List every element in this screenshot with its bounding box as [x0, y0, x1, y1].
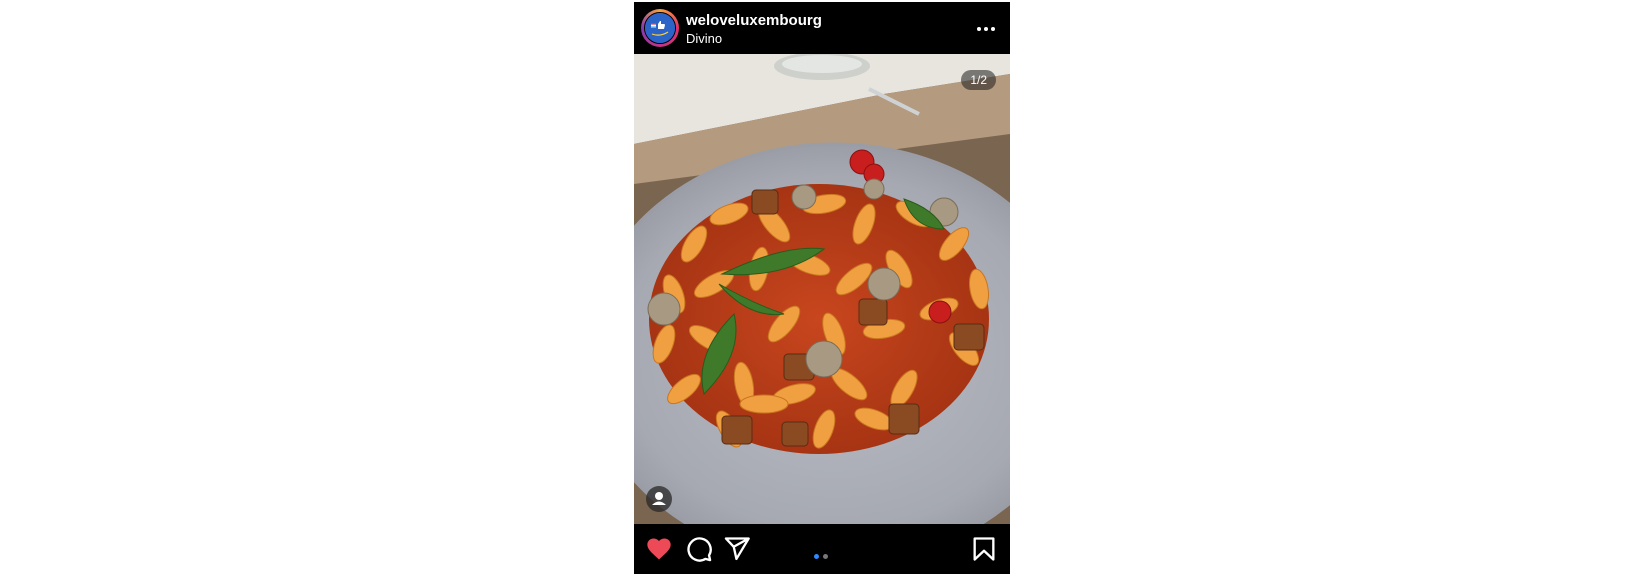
story-ring[interactable] [641, 9, 679, 47]
avatar[interactable] [644, 12, 676, 44]
share-button[interactable] [723, 535, 751, 563]
user-tag-icon [652, 492, 666, 505]
post-header: weloveluxembourg Divino [634, 2, 1010, 54]
location-tag[interactable]: Divino [686, 31, 722, 46]
heart-icon [647, 538, 671, 560]
weloveluxembourg-logo-icon [645, 13, 675, 43]
comment-icon [687, 537, 712, 562]
send-icon [724, 537, 750, 561]
more-options-button[interactable] [974, 17, 998, 41]
like-button[interactable] [645, 535, 673, 563]
carousel-dot [823, 554, 828, 559]
carousel-dot-active [814, 554, 819, 559]
more-horizontal-icon [977, 27, 995, 31]
action-bar [634, 524, 1010, 574]
comment-button[interactable] [685, 535, 713, 563]
tagged-users-button[interactable] [646, 486, 672, 512]
pasta-dish-photo [634, 54, 1010, 524]
save-button[interactable] [970, 535, 998, 563]
post-photo[interactable]: 1/2 [634, 54, 1010, 524]
carousel-indicator [814, 546, 832, 559]
username[interactable]: weloveluxembourg [686, 12, 822, 29]
carousel-counter: 1/2 [961, 70, 996, 90]
bookmark-icon [973, 537, 995, 561]
instagram-post: weloveluxembourg Divino 1/2 [634, 2, 1010, 574]
